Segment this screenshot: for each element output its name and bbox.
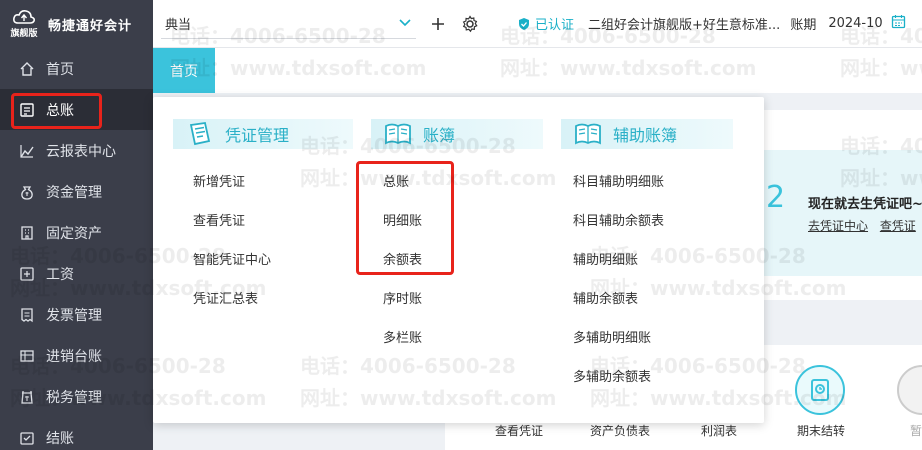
ledger-icon	[18, 101, 36, 119]
brand-name: 畅捷通好会计	[48, 18, 133, 34]
menu-column-aux-books: 辅助账簿	[561, 119, 733, 149]
sidebar-item-home[interactable]: 首页	[0, 48, 153, 89]
menu-item-multi-aux-balance[interactable]: 多辅助余额表	[573, 366, 651, 385]
sidebar-item-label: 发票管理	[46, 307, 102, 324]
sidebar-item-fixed-assets[interactable]: 固定资产	[0, 212, 153, 253]
money-bag-icon	[18, 183, 36, 201]
sidebar-item-label: 首页	[46, 61, 74, 78]
company-name: 典当	[165, 17, 192, 33]
building-icon	[18, 224, 36, 242]
menu-item-smart-voucher-center[interactable]: 智能凭证中心	[193, 249, 271, 268]
menu-item-aux-detail[interactable]: 辅助明细账	[573, 249, 638, 268]
sidebar-item-report-center[interactable]: 云报表中心	[0, 130, 153, 171]
sidebar-item-inventory-ledger[interactable]: 进销台账	[0, 335, 153, 376]
menu-item-new-voucher[interactable]: 新增凭证	[193, 171, 245, 190]
menu-item-general-ledger[interactable]: 总账	[383, 171, 409, 190]
sidebar-item-label: 进销台账	[46, 348, 102, 365]
brand-logo: 旗舰版	[8, 6, 40, 42]
menu-item-chronological-ledger[interactable]: 序时账	[383, 288, 422, 307]
menu-item-subject-aux-detail[interactable]: 科目辅助明细账	[573, 171, 664, 190]
cloud-icon	[13, 10, 35, 24]
sidebar-item-label: 工资	[46, 266, 74, 283]
book-icon	[575, 123, 601, 145]
shield-icon	[519, 17, 529, 30]
period-label: 账期	[790, 18, 817, 33]
brand-edition: 旗舰版	[10, 29, 38, 39]
menu-item-multi-aux-detail[interactable]: 多辅助明细账	[573, 327, 651, 346]
menu-column-voucher: 凭证管理	[173, 119, 353, 149]
menu-column-title: 账簿	[423, 126, 456, 145]
gear-icon[interactable]	[460, 14, 480, 34]
menu-item-multi-column-ledger[interactable]: 多栏账	[383, 327, 422, 346]
payroll-icon	[18, 265, 36, 283]
sidebar-item-invoice-management[interactable]: 发票管理	[0, 294, 153, 335]
sidebar-item-general-ledger[interactable]: 总账	[0, 89, 153, 130]
menu-item-detail-ledger[interactable]: 明细账	[383, 210, 422, 229]
chevron-down-icon	[399, 19, 411, 27]
sidebar-item-label: 固定资产	[46, 225, 102, 242]
tab-bar: 首页	[153, 48, 922, 93]
check-voucher-link[interactable]: 查凭证	[880, 219, 916, 233]
sidebar-item-label: 总账	[46, 102, 74, 119]
general-ledger-menu: 凭证管理 账簿 辅助账簿 新增凭证 查看凭证 智能凭证中心 凭证汇总表 总账 明…	[153, 97, 764, 423]
guide-title: 现在就去生凭证吧~	[808, 197, 922, 212]
tax-icon	[18, 388, 36, 406]
checkout-icon	[18, 429, 36, 447]
period-close-icon[interactable]	[795, 365, 845, 415]
quick-balance-sheet[interactable]: 资产负债表	[590, 422, 650, 439]
guide-links: 去凭证中心 查凭证	[808, 217, 922, 234]
topbar: 典当 已认证 二组好会计旗舰版+好生意标准... 账期 2024-10	[153, 0, 922, 48]
product-name: 二组好会计旗舰版+好生意标准...	[588, 18, 781, 33]
menu-item-subject-aux-balance[interactable]: 科目辅助余额表	[573, 210, 664, 229]
quick-income-statement[interactable]: 利润表	[701, 422, 737, 439]
menu-item-aux-balance[interactable]: 辅助余额表	[573, 288, 638, 307]
inventory-icon	[18, 347, 36, 365]
sidebar: 旗舰版 畅捷通好会计 首页 总账 云报表中心 资金管理 固定资产 工资 发票管理…	[0, 0, 153, 450]
add-icon[interactable]	[428, 14, 448, 34]
chart-icon	[18, 142, 36, 160]
certified-label: 已认证	[535, 18, 575, 33]
company-selector[interactable]: 典当	[161, 9, 416, 39]
sidebar-item-label: 云报表中心	[46, 143, 116, 160]
menu-item-voucher-summary[interactable]: 凭证汇总表	[193, 288, 258, 307]
sidebar-item-label: 资金管理	[46, 184, 102, 201]
sidebar-item-fund-management[interactable]: 资金管理	[0, 171, 153, 212]
menu-column-title: 辅助账簿	[613, 126, 678, 145]
brand: 旗舰版 畅捷通好会计	[0, 0, 153, 48]
menu-item-balance-sheet[interactable]: 余额表	[383, 249, 422, 268]
tab-home[interactable]: 首页	[153, 48, 215, 93]
menu-column-books: 账簿	[371, 119, 543, 149]
sidebar-item-tax-management[interactable]: 税务管理	[0, 376, 153, 417]
guide-step-number: 2	[766, 180, 786, 215]
calendar-icon[interactable]	[891, 14, 906, 33]
sidebar-item-payroll[interactable]: 工资	[0, 253, 153, 294]
sidebar-item-checkout[interactable]: 结账	[0, 417, 153, 450]
invoice-icon	[18, 306, 36, 324]
go-voucher-center-link[interactable]: 去凭证中心	[808, 219, 868, 233]
quick-more[interactable]: 暂	[910, 422, 922, 439]
voucher-icon	[189, 121, 211, 146]
sidebar-item-label: 税务管理	[46, 389, 102, 406]
quick-view-voucher[interactable]: 查看凭证	[495, 422, 543, 439]
certified-badge: 已认证	[518, 14, 574, 33]
menu-item-view-voucher[interactable]: 查看凭证	[193, 210, 245, 229]
home-icon	[18, 60, 36, 78]
book-icon	[385, 123, 411, 145]
quick-period-close[interactable]: 期末结转	[797, 422, 845, 439]
sidebar-item-label: 结账	[46, 430, 74, 447]
period-value[interactable]: 2024-10	[828, 16, 882, 31]
menu-column-title: 凭证管理	[225, 126, 290, 145]
